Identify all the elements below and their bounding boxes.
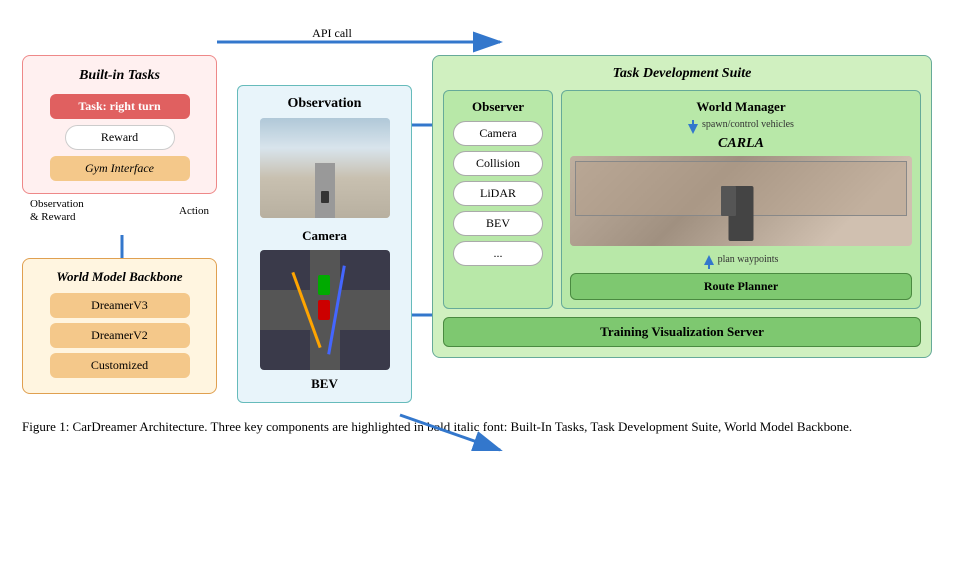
observer-title: Observer (472, 99, 524, 115)
diagram-wrapper: API call Built-in Tasks Task: right turn (22, 20, 932, 437)
world-model-title: World Model Backbone (56, 269, 182, 285)
training-vis-box: Training Visualization Server (443, 317, 921, 347)
task-label: Task: right turn (78, 99, 160, 113)
training-vis-label: Training Visualization Server (600, 324, 764, 339)
spawn-label-row: spawn/control vehicles (688, 119, 794, 134)
arrow-up-icon (704, 255, 714, 269)
main-diagram-row: Built-in Tasks Task: right turn Reward G… (22, 20, 932, 403)
camera-title: Camera (302, 228, 347, 244)
built-in-tasks-title: Built-in Tasks (79, 68, 160, 84)
task-dev-title: Task Development Suite (443, 66, 921, 82)
reward-label: Reward (101, 130, 138, 144)
route-planner-label: Route Planner (704, 279, 778, 293)
observer-lidar: LiDAR (453, 181, 543, 206)
caption-text: Figure 1: CarDreamer Architecture. Three… (22, 419, 852, 434)
carla-image (570, 156, 912, 246)
world-model-section: World Model Backbone DreamerV3 DreamerV2… (22, 258, 217, 394)
dreamerv3-item: DreamerV3 (50, 293, 190, 318)
plan-label: plan waypoints (718, 254, 779, 265)
observation-image (260, 118, 390, 218)
observation-reward-label: Observation & Reward (22, 198, 84, 224)
gym-interface-label: Gym Interface (85, 161, 154, 175)
action-label: Action (179, 205, 217, 217)
left-column: Built-in Tasks Task: right turn Reward G… (22, 55, 217, 394)
right-inner: Observer Camera Collision LiDAR BEV ... … (443, 90, 921, 309)
built-in-tasks-box: Built-in Tasks Task: right turn Reward G… (22, 55, 217, 194)
observation-title: Observation (288, 96, 362, 112)
observer-camera: Camera (453, 121, 543, 146)
observer-collision: Collision (453, 151, 543, 176)
world-manager-title: World Manager (696, 99, 785, 115)
task-right-turn-box: Task: right turn (50, 94, 190, 119)
reward-box: Reward (65, 125, 175, 150)
task-dev-suite: Task Development Suite Observer Camera C… (432, 55, 932, 358)
arrow-down-icon (688, 120, 698, 134)
observer-bev: BEV (453, 211, 543, 236)
carla-title: CARLA (718, 136, 764, 152)
obs-action-labels: Observation & Reward Action (22, 198, 217, 224)
spawn-label: spawn/control vehicles (702, 119, 794, 130)
gym-interface-box: Gym Interface (50, 156, 190, 181)
customized-item: Customized (50, 353, 190, 378)
route-planner-box: Route Planner (570, 273, 912, 300)
caption: Figure 1: CarDreamer Architecture. Three… (22, 417, 932, 437)
bev-title: BEV (311, 376, 338, 392)
plan-label-row: plan waypoints (704, 254, 779, 269)
world-manager-column: World Manager spawn/control vehicles CAR… (561, 90, 921, 309)
bev-image (260, 250, 390, 370)
observer-column: Observer Camera Collision LiDAR BEV ... (443, 90, 553, 309)
observation-column: Observation Camera BEV (237, 85, 412, 403)
dreamerv2-item: DreamerV2 (50, 323, 190, 348)
observer-more: ... (453, 241, 543, 266)
